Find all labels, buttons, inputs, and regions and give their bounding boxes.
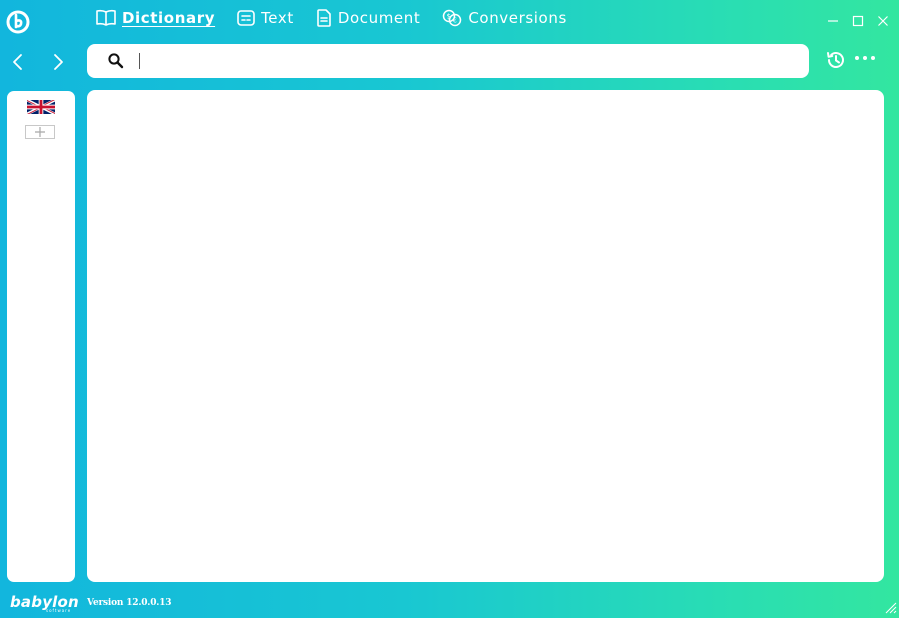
tab-dictionary-label: Dictionary bbox=[122, 9, 216, 27]
chevron-left-icon bbox=[13, 54, 22, 70]
chevron-right-icon bbox=[54, 54, 63, 70]
window-controls bbox=[826, 14, 889, 27]
add-language-icon bbox=[35, 127, 45, 137]
currency-conversion-icon: $ € bbox=[442, 9, 462, 27]
uk-flag-icon[interactable] bbox=[26, 98, 56, 116]
resize-grip-icon[interactable] bbox=[883, 599, 897, 614]
minimize-icon[interactable] bbox=[826, 14, 839, 27]
brand-subtitle: software bbox=[46, 608, 72, 613]
search-bar bbox=[87, 44, 809, 78]
svg-text:$: $ bbox=[447, 13, 452, 21]
forward-button[interactable] bbox=[49, 52, 67, 72]
history-icon bbox=[827, 52, 844, 68]
more-dots-icon bbox=[855, 56, 859, 60]
book-icon bbox=[96, 9, 116, 27]
svg-text:€: € bbox=[453, 17, 458, 25]
search-icon[interactable] bbox=[107, 52, 125, 74]
tab-document[interactable]: Document bbox=[316, 9, 421, 27]
tab-text-label: Text bbox=[261, 9, 294, 27]
search-input[interactable] bbox=[139, 50, 793, 74]
document-icon bbox=[316, 9, 332, 27]
tab-dictionary[interactable]: Dictionary bbox=[96, 9, 215, 27]
version-label: Version 12.0.0.13 bbox=[87, 598, 172, 608]
results-panel bbox=[87, 90, 884, 582]
tab-document-label: Document bbox=[337, 9, 421, 27]
maximize-icon[interactable] bbox=[851, 14, 864, 27]
text-icon bbox=[237, 10, 255, 26]
tab-conversions-label: Conversions bbox=[468, 9, 567, 27]
babylon-logo-icon bbox=[6, 10, 30, 34]
add-language-button[interactable] bbox=[25, 125, 55, 139]
tab-conversions[interactable]: $ € Conversions bbox=[442, 9, 567, 27]
more-options-button[interactable] bbox=[855, 56, 875, 60]
language-sidebar bbox=[7, 91, 75, 582]
tab-text[interactable]: Text bbox=[237, 9, 294, 27]
back-button[interactable] bbox=[9, 52, 27, 72]
history-button[interactable] bbox=[825, 49, 847, 75]
close-icon[interactable] bbox=[876, 14, 889, 27]
main-tabs: Dictionary Text Document $ € Conversions bbox=[96, 9, 589, 27]
